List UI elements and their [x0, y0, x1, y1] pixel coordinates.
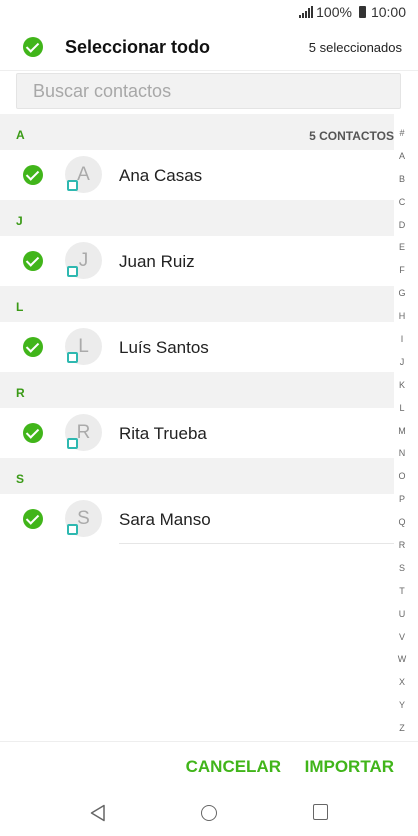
index-letter[interactable]: O: [396, 465, 408, 488]
index-letter[interactable]: A: [396, 145, 408, 168]
contact-name: Sara Manso: [119, 510, 211, 529]
index-letter[interactable]: K: [396, 374, 408, 397]
section-header: A 5 CONTACTOS: [0, 114, 394, 150]
index-letter[interactable]: R: [396, 534, 408, 557]
selected-count: 5 seleccionados: [308, 40, 402, 55]
check-icon[interactable]: [23, 165, 43, 185]
section-count: 5 CONTACTOS: [309, 129, 394, 143]
select-all-label[interactable]: Seleccionar todo: [65, 37, 210, 58]
contact-row[interactable]: R Rita Trueba: [0, 408, 394, 458]
index-letter[interactable]: I: [396, 328, 408, 351]
index-letter[interactable]: P: [396, 488, 408, 511]
index-letter[interactable]: X: [396, 671, 408, 694]
contact-name: Juan Ruiz: [119, 252, 195, 271]
index-letter[interactable]: C: [396, 191, 408, 214]
index-letter[interactable]: T: [396, 580, 408, 603]
index-letter[interactable]: D: [396, 214, 408, 237]
contact-name: Rita Trueba: [119, 424, 207, 443]
check-icon[interactable]: [23, 251, 43, 271]
section-letter: R: [16, 386, 25, 400]
index-letter[interactable]: B: [396, 168, 408, 191]
index-letter[interactable]: H: [396, 305, 408, 328]
contact-list: A 5 CONTACTOS A Ana Casas J J Juan Ruiz L L Luís …: [0, 114, 394, 544]
section-letter: S: [16, 472, 25, 486]
index-letter[interactable]: #: [396, 122, 408, 145]
cancel-button[interactable]: CANCELAR: [186, 757, 281, 777]
search-input[interactable]: [16, 73, 401, 109]
header: Seleccionar todo 5 seleccionados: [0, 26, 418, 71]
check-icon[interactable]: [23, 509, 43, 529]
contact-row[interactable]: S Sara Manso: [0, 494, 394, 544]
contact-name: Luís Santos: [119, 338, 209, 357]
index-letter[interactable]: N: [396, 442, 408, 465]
home-icon[interactable]: [201, 805, 217, 821]
recent-apps-icon[interactable]: [313, 804, 328, 820]
index-letter[interactable]: Q: [396, 511, 408, 534]
index-letter[interactable]: V: [396, 626, 408, 649]
check-icon[interactable]: [23, 337, 43, 357]
import-button[interactable]: IMPORTAR: [305, 757, 394, 777]
index-letter[interactable]: U: [396, 603, 408, 626]
contact-row[interactable]: A Ana Casas: [0, 150, 394, 200]
sim-card-icon: [67, 524, 78, 535]
battery-icon: [358, 6, 366, 18]
sim-card-icon: [67, 438, 78, 449]
sim-card-icon: [67, 180, 78, 191]
battery-percent: 100%: [316, 4, 352, 20]
contact-name: Ana Casas: [119, 166, 203, 185]
section-header: J: [0, 200, 394, 236]
index-letter[interactable]: W: [396, 648, 408, 671]
sim-card-icon: [67, 266, 78, 277]
status-bar: 100% 10:00: [0, 0, 418, 26]
contact-row[interactable]: L Luís Santos: [0, 322, 394, 372]
footer: CANCELAR IMPORTAR: [0, 741, 418, 792]
check-icon[interactable]: [23, 423, 43, 443]
section-header: L: [0, 286, 394, 322]
back-icon[interactable]: [90, 804, 106, 822]
index-letter[interactable]: S: [396, 557, 408, 580]
index-letter[interactable]: Z: [396, 717, 408, 740]
section-header: S: [0, 458, 394, 494]
index-letter[interactable]: E: [396, 236, 408, 259]
select-all-check-icon[interactable]: [23, 37, 43, 57]
section-letter: A: [16, 128, 25, 142]
section-header: R: [0, 372, 394, 408]
index-letter[interactable]: G: [396, 282, 408, 305]
contact-row[interactable]: J Juan Ruiz: [0, 236, 394, 286]
sim-card-icon: [67, 352, 78, 363]
section-letter: L: [16, 300, 24, 314]
index-letter[interactable]: Y: [396, 694, 408, 717]
index-letter[interactable]: F: [396, 259, 408, 282]
navigation-bar: [0, 792, 418, 836]
index-letter[interactable]: L: [396, 397, 408, 420]
signal-icon: [299, 6, 314, 18]
index-letter[interactable]: J: [396, 351, 408, 374]
status-time: 10:00: [370, 4, 406, 20]
section-letter: J: [16, 214, 23, 228]
index-letter[interactable]: M: [396, 420, 408, 443]
alphabet-index[interactable]: # A B C D E F G H I J K L M N O P Q R S T U V W X Y Z: [396, 122, 408, 740]
